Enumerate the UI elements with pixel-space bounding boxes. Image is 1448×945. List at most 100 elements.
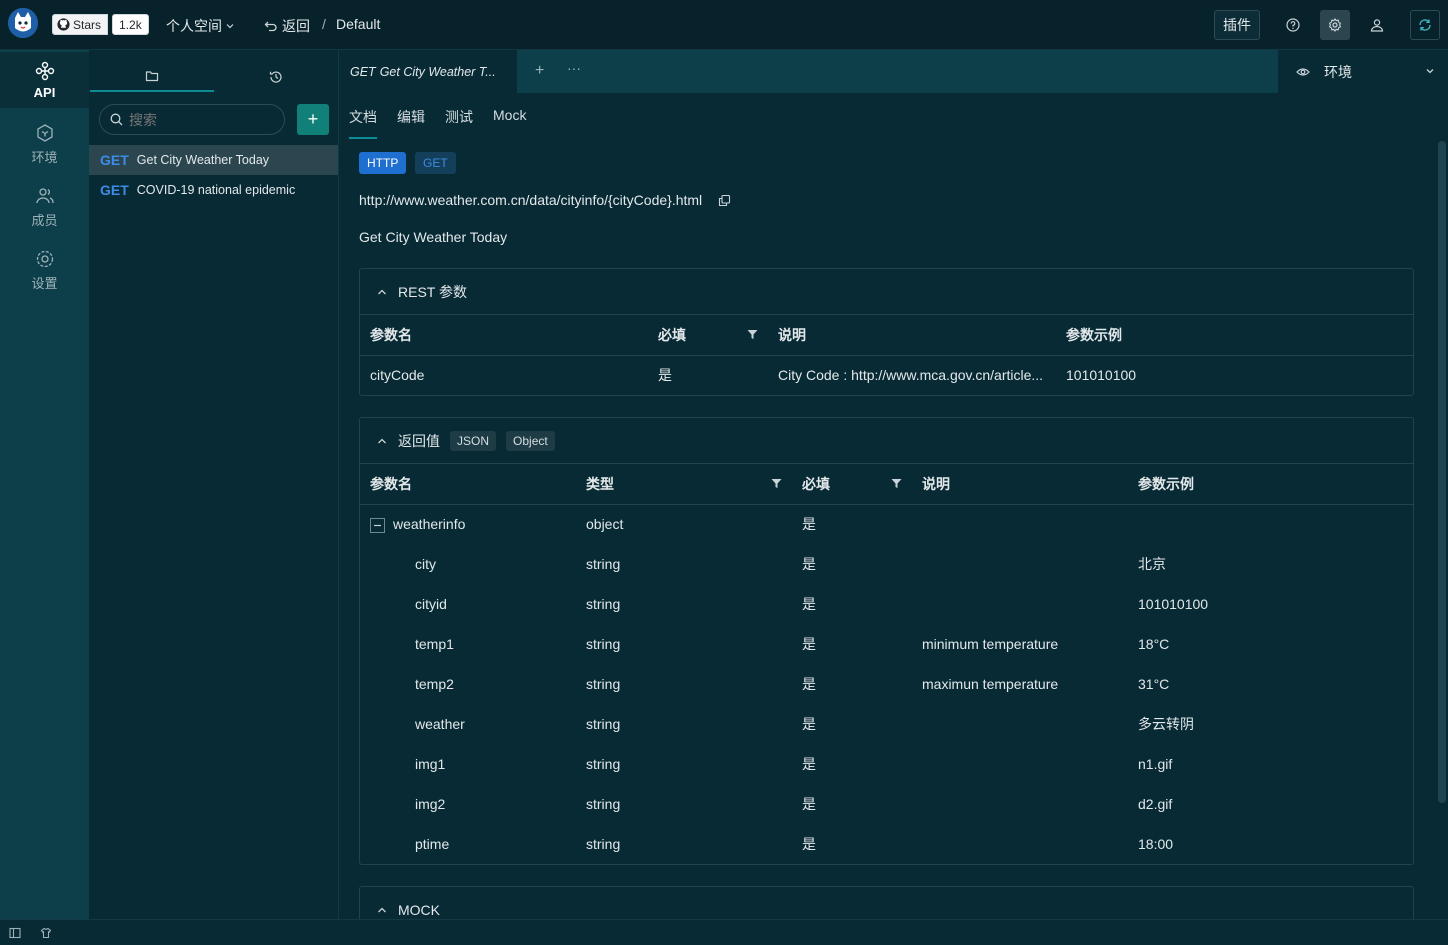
table-row: img2 string 是 d2.gif	[360, 784, 1413, 824]
nav-label-api: API	[33, 84, 56, 100]
nav-label-settings: 设置	[31, 275, 58, 291]
field-desc	[912, 584, 1128, 624]
field-name: temp1	[415, 636, 454, 652]
search-icon	[110, 113, 123, 126]
api-doc-content: 文档 编辑 测试 Mock HTTP GET http://www.weathe…	[339, 93, 1448, 919]
vertical-scrollbar[interactable]	[1438, 141, 1446, 803]
tab-apis[interactable]	[90, 62, 214, 92]
mock-header[interactable]: MOCK	[360, 887, 1413, 919]
workspace-dropdown[interactable]: 个人空间	[166, 16, 235, 36]
rest-params-title: REST 参数	[398, 283, 467, 300]
top-bar: Stars 1.2k 个人空间 返回 / Default 插件	[0, 0, 1448, 50]
environment-label: 环境	[1324, 63, 1352, 80]
field-required: 是	[802, 676, 816, 692]
eye-icon	[1296, 67, 1310, 76]
rest-params-header[interactable]: REST 参数	[360, 269, 1413, 315]
field-example	[1128, 504, 1413, 544]
field-name-text: weatherinfo	[393, 515, 466, 532]
nav-item-env[interactable]: 环境	[0, 115, 89, 173]
help-button[interactable]	[1278, 10, 1308, 40]
api-list-item[interactable]: GET COVID-19 national epidemic	[89, 175, 338, 205]
workspace-label: 个人空间	[166, 18, 222, 34]
nav-label-members: 成员	[31, 212, 58, 228]
response-title: 返回值	[398, 432, 440, 449]
field-name: city	[415, 556, 436, 572]
github-stars-badge[interactable]: Stars 1.2k	[52, 14, 149, 35]
status-bar	[0, 919, 1448, 945]
filter-icon[interactable]	[747, 329, 758, 340]
nav-item-api[interactable]: API	[0, 52, 89, 108]
tab-get-city-weather[interactable]: GET Get City Weather T...	[339, 50, 517, 93]
field-required: 是	[802, 636, 816, 652]
rest-params-table: 参数名 必填 说明 参数示例 cityCode 是 City Code : ht…	[360, 315, 1413, 395]
table-row: city string 是 北京	[360, 544, 1413, 584]
api-name: Get City Weather Today	[136, 153, 270, 167]
theme-icon[interactable]	[40, 927, 52, 939]
github-stars-count[interactable]: 1.2k	[112, 14, 149, 35]
user-button[interactable]	[1362, 10, 1392, 40]
table-row: ptime string 是 18:00	[360, 824, 1413, 864]
field-desc	[912, 744, 1128, 784]
app-logo[interactable]	[8, 8, 38, 38]
field-required: 是	[802, 716, 816, 732]
back-label: 返回	[282, 18, 310, 34]
nav-item-members[interactable]: 成员	[0, 178, 89, 236]
api-sidebar: + GET Get City Weather Today GET COVID-1…	[89, 50, 339, 919]
api-method: GET	[100, 182, 129, 198]
add-api-button[interactable]: +	[297, 104, 329, 135]
column-header: 参数示例	[1056, 315, 1413, 356]
tab-history[interactable]	[214, 62, 338, 92]
table-row: weather string 是 多云转阴	[360, 704, 1413, 744]
back-button[interactable]: 返回	[264, 16, 310, 36]
github-stars-button[interactable]: Stars	[52, 14, 109, 35]
subtab-doc[interactable]: 文档	[349, 107, 377, 139]
environment-selector[interactable]: 环境	[1278, 50, 1448, 93]
nav-item-settings[interactable]: 设置	[0, 241, 89, 299]
field-desc	[912, 504, 1128, 544]
subtab-test[interactable]: 测试	[445, 107, 473, 127]
subtab-edit[interactable]: 编辑	[397, 107, 425, 127]
response-header[interactable]: 返回值 JSON Object	[360, 418, 1413, 464]
response-table: 参数名 类型 必填 说明 参数示例 weatherinfo object 是 c…	[360, 464, 1413, 864]
field-example: 101010100	[1138, 596, 1209, 612]
api-url: http://www.weather.com.cn/data/cityinfo/…	[359, 192, 731, 208]
column-header: 类型	[576, 464, 792, 505]
mock-panel: MOCK	[359, 886, 1414, 919]
field-example: 多云转阴	[1138, 716, 1194, 732]
field-required: 是	[802, 516, 816, 533]
collapse-toggle[interactable]	[370, 517, 385, 533]
search-box[interactable]	[99, 104, 285, 135]
field-example: 31°C	[1138, 676, 1170, 692]
new-tab-button[interactable]: +	[535, 62, 544, 80]
api-list-item[interactable]: GET Get City Weather Today	[89, 145, 338, 175]
refresh-icon	[1419, 19, 1431, 31]
param-name: cityCode	[370, 367, 425, 384]
breadcrumb-current: Default	[336, 16, 381, 32]
filter-icon[interactable]	[891, 478, 902, 489]
column-header-label: 必填	[658, 326, 686, 343]
refresh-button[interactable]	[1410, 10, 1440, 40]
more-tabs-button[interactable]: ···	[567, 60, 581, 76]
copy-icon[interactable]	[718, 194, 731, 207]
subtab-mock[interactable]: Mock	[493, 107, 526, 123]
chevron-down-icon	[226, 24, 234, 29]
field-desc: maximun temperature	[922, 676, 1059, 692]
field-example: d2.gif	[1138, 796, 1173, 812]
filter-icon[interactable]	[771, 478, 782, 489]
search-input[interactable]	[129, 111, 269, 128]
response-panel: 返回值 JSON Object 参数名 类型 必填 说明 参数示例 weathe…	[359, 417, 1414, 865]
field-example: 18°C	[1138, 636, 1170, 652]
plugin-button[interactable]: 插件	[1214, 10, 1260, 40]
tab-title: Get City Weather T...	[379, 64, 496, 79]
field-name: temp2	[415, 676, 454, 692]
github-icon	[57, 18, 70, 31]
field-desc	[912, 704, 1128, 744]
chevron-up-icon	[378, 438, 386, 443]
field-type: string	[586, 636, 621, 652]
user-icon	[1370, 19, 1384, 32]
field-type: object	[586, 516, 624, 533]
table-row: temp1 string 是 minimum temperature 18°C	[360, 624, 1413, 664]
settings-button[interactable]	[1320, 10, 1350, 40]
sidebar-toggle-icon[interactable]	[9, 927, 21, 939]
field-required: 是	[802, 836, 816, 852]
